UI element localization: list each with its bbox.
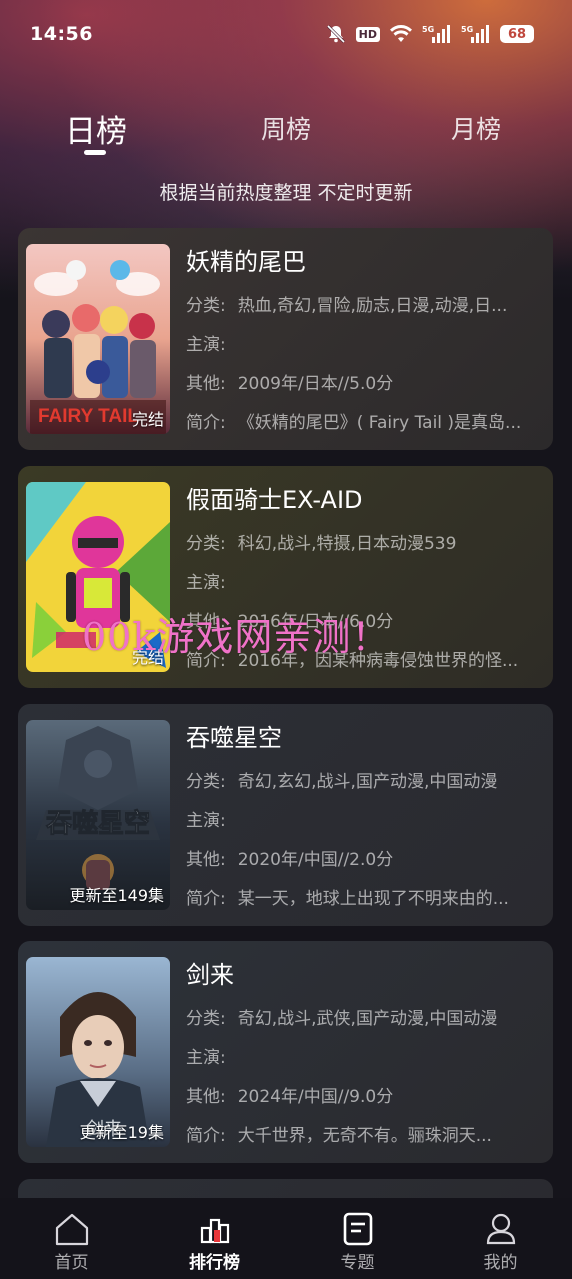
tab-active-indicator xyxy=(84,150,106,155)
item-title: 吞噬星空 xyxy=(186,724,282,752)
nav-ranking[interactable]: 排行榜 xyxy=(143,1198,286,1279)
item-cast: 主演: xyxy=(186,573,226,593)
nav-home-label: 首页 xyxy=(54,1253,89,1273)
nav-profile[interactable]: 我的 xyxy=(429,1198,572,1279)
poster-image: 剑来 更新至19集 xyxy=(26,957,170,1147)
item-title: 假面骑士EX-AID xyxy=(186,486,363,514)
nav-ranking-label: 排行榜 xyxy=(189,1253,240,1273)
list-item[interactable]: 剑来 更新至19集 剑来 分类: 奇幻,战斗,武侠,国产动漫,中国动漫 主演: 其… xyxy=(18,941,553,1163)
item-intro: 简介: 某一天，地球上出现了不明来由的... xyxy=(186,889,509,909)
poster-image: FAIRY TAIL 完结 xyxy=(26,244,170,434)
item-intro: 简介: 大千世界，无奇不有。骊珠洞天... xyxy=(186,1126,492,1146)
item-info: 妖精的尾巴 分类: 热血,奇幻,冒险,励志,日漫,动漫,日... 主演: 其他: 2… xyxy=(186,242,546,433)
nav-home[interactable]: 首页 xyxy=(0,1198,143,1279)
item-cast: 主演: xyxy=(186,1048,226,1068)
svg-text:5G: 5G xyxy=(461,25,473,34)
item-other: 其他: 2016年/日本//6.0分 xyxy=(186,612,394,632)
item-other: 其他: 2020年/中国//2.0分 xyxy=(186,850,394,870)
svg-text:5G: 5G xyxy=(422,25,434,34)
item-cast: 主演: xyxy=(186,335,226,355)
item-title: 妖精的尾巴 xyxy=(186,248,306,276)
status-badge: 更新至149集 xyxy=(69,886,164,905)
poster-image: 完结 xyxy=(26,482,170,672)
wifi-icon xyxy=(389,24,413,44)
nav-profile-label: 我的 xyxy=(483,1253,518,1273)
ranking-subtitle: 根据当前热度整理 不定时更新 xyxy=(159,182,413,204)
list-item[interactable]: FAIRY TAIL 完结 妖精的尾巴 分类: 热血,奇幻,冒险,励志,日漫,动漫… xyxy=(18,228,553,450)
item-info: 假面骑士EX-AID 分类: 科幻,战斗,特摄,日本动漫539 主演: 其他: 20… xyxy=(186,480,546,671)
tab-daily[interactable]: 日榜 xyxy=(65,106,127,151)
status-bar: 14:56 HD 5G 5G 68 xyxy=(0,0,572,68)
item-category: 分类: 科幻,战斗,特摄,日本动漫539 xyxy=(186,534,457,554)
ranking-icon xyxy=(199,1212,231,1246)
battery-icon: 68 xyxy=(500,25,534,43)
tab-monthly[interactable]: 月榜 xyxy=(451,110,501,146)
nav-topic-label: 专题 xyxy=(340,1253,375,1273)
status-icons: HD 5G 5G 68 xyxy=(325,23,534,45)
ranking-tabs: 日榜 周榜 月榜 xyxy=(0,100,572,160)
item-other: 其他: 2024年/中国//9.0分 xyxy=(186,1087,394,1107)
item-intro: 简介: 2016年，因某种病毒侵蚀世界的怪... xyxy=(186,651,519,671)
item-info: 吞噬星空 分类: 奇幻,玄幻,战斗,国产动漫,中国动漫 主演: 其他: 2020年/… xyxy=(186,718,546,909)
topic-icon xyxy=(342,1212,374,1246)
status-time: 14:56 xyxy=(30,23,93,45)
profile-icon xyxy=(485,1212,517,1246)
status-badge: 完结 xyxy=(131,648,164,667)
list-item[interactable]: 完结 假面骑士EX-AID 分类: 科幻,战斗,特摄,日本动漫539 主演: 其他… xyxy=(18,466,553,688)
item-intro: 简介: 《妖精的尾巴》( Fairy Tail )是真岛... xyxy=(186,413,522,433)
home-icon xyxy=(53,1212,91,1246)
status-badge: 更新至19集 xyxy=(79,1123,164,1142)
item-cast: 主演: xyxy=(186,811,226,831)
mute-bell-icon xyxy=(325,23,347,45)
item-title: 剑来 xyxy=(186,961,234,989)
item-category: 分类: 热血,奇幻,冒险,励志,日漫,动漫,日... xyxy=(186,296,508,316)
list-item[interactable]: 吞噬星空 更新至149集 吞噬星空 分类: 奇幻,玄幻,战斗,国产动漫,中国动漫 … xyxy=(18,704,553,926)
item-other: 其他: 2009年/日本//5.0分 xyxy=(186,374,394,394)
hd-voice-icon: HD xyxy=(355,26,380,42)
tab-weekly[interactable]: 周榜 xyxy=(261,110,311,146)
item-category: 分类: 奇幻,战斗,武侠,国产动漫,中国动漫 xyxy=(186,1009,498,1029)
item-info: 剑来 分类: 奇幻,战斗,武侠,国产动漫,中国动漫 主演: 其他: 2024年/中国… xyxy=(186,955,546,1146)
bottom-nav: 首页 排行榜 专题 我的 xyxy=(0,1198,572,1279)
poster-logo: FAIRY TAIL xyxy=(38,406,139,427)
signal-5g-second-icon: 5G xyxy=(461,24,491,44)
nav-topic[interactable]: 专题 xyxy=(286,1198,429,1279)
status-badge: 完结 xyxy=(131,410,164,429)
signal-5g-icon: 5G xyxy=(422,24,452,44)
poster-image: 吞噬星空 更新至149集 xyxy=(26,720,170,910)
item-category: 分类: 奇幻,玄幻,战斗,国产动漫,中国动漫 xyxy=(186,772,498,792)
poster-logo: 吞噬星空 xyxy=(46,808,150,839)
